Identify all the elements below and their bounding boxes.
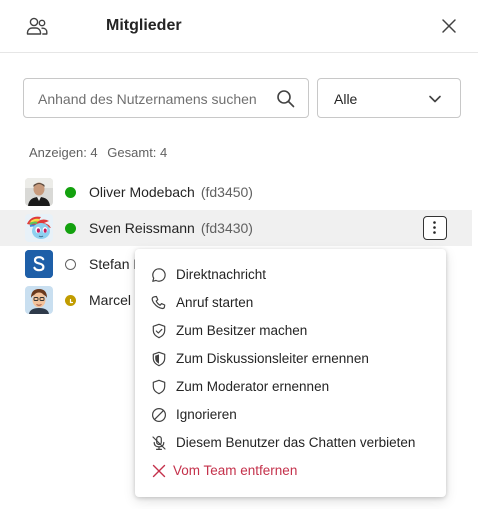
shown-count: Anzeigen: 4 bbox=[29, 145, 98, 160]
page-title: Mitglieder bbox=[106, 17, 182, 34]
close-icon[interactable] bbox=[440, 17, 458, 35]
menu-item-direct-message[interactable]: Direktnachricht bbox=[135, 261, 446, 289]
member-counts: Anzeigen: 4 Gesamt: 4 bbox=[29, 145, 167, 160]
menu-item-make-moderator[interactable]: Zum Moderator ernennen bbox=[135, 373, 446, 401]
shield-check-icon bbox=[152, 323, 166, 339]
member-id: (fd3450) bbox=[200, 184, 253, 200]
search-icon[interactable] bbox=[276, 89, 295, 108]
member-name: Oliver Modebach (fd3450) bbox=[89, 184, 253, 200]
avatar bbox=[25, 250, 53, 278]
filter-selected: Alle bbox=[334, 91, 358, 107]
chat-icon bbox=[152, 268, 166, 282]
status-online-icon bbox=[65, 223, 76, 234]
menu-item-make-presenter[interactable]: Zum Diskussionsleiter ernennen bbox=[135, 345, 446, 373]
member-id: (fd3430) bbox=[200, 220, 253, 236]
total-count: Gesamt: 4 bbox=[107, 145, 168, 160]
member-row[interactable]: Sven Reissmann (fd3430) bbox=[0, 210, 472, 246]
member-name: Stefan F bbox=[89, 256, 142, 272]
search-box bbox=[23, 78, 309, 118]
avatar bbox=[25, 214, 53, 242]
people-icon bbox=[26, 17, 48, 35]
status-away-icon bbox=[65, 295, 76, 306]
member-row[interactable]: Oliver Modebach (fd3450) bbox=[0, 174, 472, 210]
more-options-button[interactable] bbox=[423, 216, 447, 240]
menu-item-start-call[interactable]: Anruf starten bbox=[135, 289, 446, 317]
more-vertical-icon bbox=[433, 221, 436, 234]
status-offline-icon bbox=[65, 259, 76, 270]
shield-icon bbox=[152, 379, 166, 395]
filter-dropdown[interactable]: Alle bbox=[317, 78, 461, 118]
panel-header: Mitglieder bbox=[0, 0, 478, 53]
mic-off-icon bbox=[152, 435, 166, 450]
shield-half-icon bbox=[152, 351, 166, 367]
menu-item-remove-from-team[interactable]: Vom Team entfernen bbox=[135, 457, 446, 485]
member-context-menu: Direktnachricht Anruf starten Zum Besitz… bbox=[135, 249, 446, 497]
status-online-icon bbox=[65, 187, 76, 198]
member-name: Marcel bbox=[89, 292, 132, 308]
phone-icon bbox=[151, 295, 166, 310]
avatar bbox=[25, 286, 53, 314]
menu-item-ignore[interactable]: Ignorieren bbox=[135, 401, 446, 429]
chevron-down-icon bbox=[429, 95, 441, 103]
block-icon bbox=[151, 407, 167, 423]
menu-item-make-owner[interactable]: Zum Besitzer machen bbox=[135, 317, 446, 345]
menu-item-ban-chat[interactable]: Diesem Benutzer das Chatten verbieten bbox=[135, 429, 446, 457]
member-name: Sven Reissmann (fd3430) bbox=[89, 220, 253, 236]
search-input[interactable] bbox=[38, 88, 274, 110]
remove-icon bbox=[152, 464, 166, 478]
avatar bbox=[25, 178, 53, 206]
